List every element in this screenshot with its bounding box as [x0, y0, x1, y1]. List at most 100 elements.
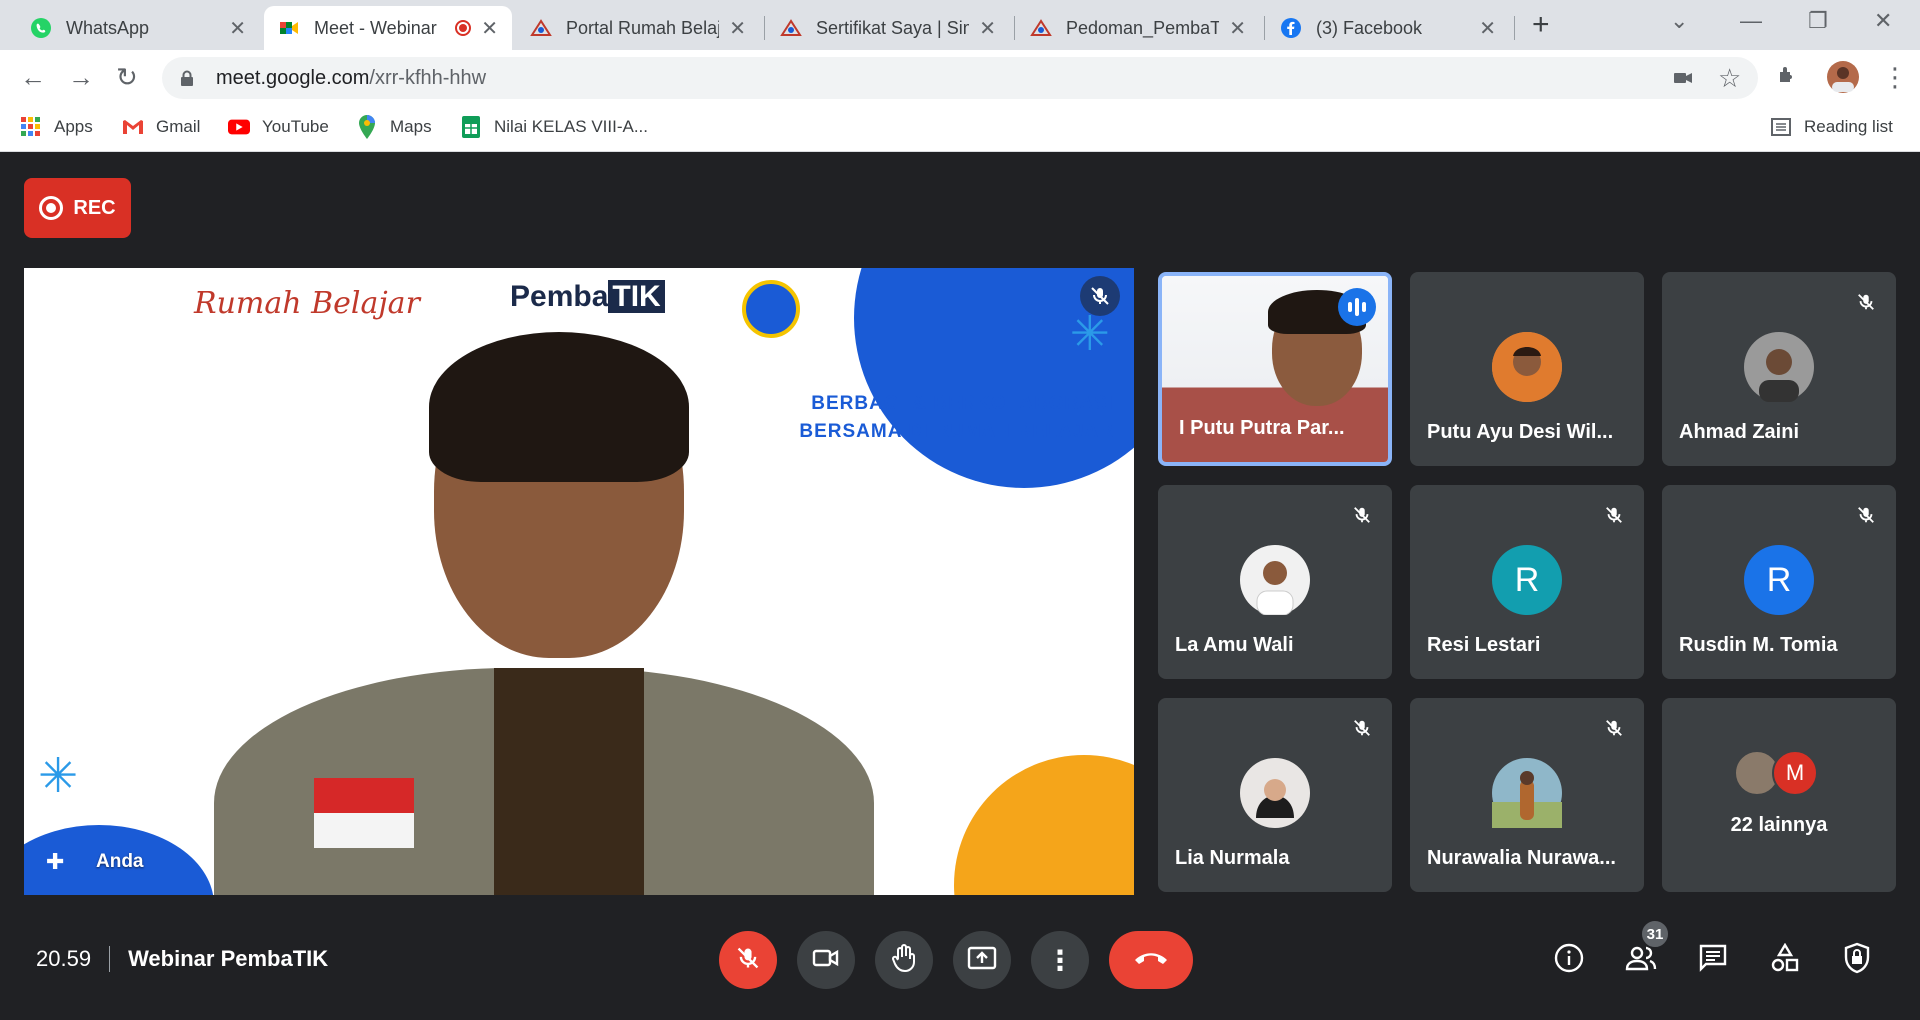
participant-tile[interactable]: La Amu Wali	[1158, 485, 1392, 679]
rumah-belajar-icon	[780, 17, 802, 39]
close-icon[interactable]: ✕	[229, 16, 246, 41]
present-screen-button[interactable]	[953, 931, 1011, 989]
participant-tile[interactable]: Ahmad Zaini	[1662, 272, 1896, 466]
participant-tile[interactable]: Putu Ayu Desi Wil...	[1410, 272, 1644, 466]
reading-list-icon	[1770, 116, 1792, 138]
tab-separator	[1264, 16, 1265, 40]
participant-name: I Putu Putra Par...	[1179, 417, 1345, 439]
recording-indicator[interactable]: REC	[24, 178, 131, 238]
tab-title: Meet - Webinar	[314, 17, 437, 38]
pembatik-logo: Pemba TIK	[510, 280, 665, 314]
kemdikbud-logo	[742, 280, 800, 338]
participant-tile[interactable]: Nurawalia Nurawa...	[1410, 698, 1644, 892]
tab-whatsapp[interactable]: WhatsApp ✕	[16, 6, 260, 50]
url-host: meet.google.com	[216, 66, 370, 89]
participant-name: Rusdin M. Tomia	[1679, 634, 1838, 656]
more-participants-tile[interactable]: M 22 lainnya	[1662, 698, 1896, 892]
bookmark-nilai-kelas[interactable]: Nilai KELAS VIII-A...	[460, 116, 648, 138]
bookmark-label: YouTube	[262, 117, 329, 136]
tab-portal-rumah-belajar[interactable]: Portal Rumah Belajar ✕	[516, 6, 760, 50]
participant-tile[interactable]: R Resi Lestari	[1410, 485, 1644, 679]
tab-pedoman[interactable]: Pedoman_PembaTIK ✕	[1016, 6, 1260, 50]
bookmark-apps[interactable]: Apps	[20, 116, 93, 138]
bookmark-label: Apps	[54, 117, 93, 136]
recording-icon	[39, 196, 64, 220]
new-tab-button[interactable]: +	[1532, 8, 1550, 42]
meeting-title: Webinar PembaTIK	[128, 946, 329, 971]
rumah-belajar-logo: Rumah Belajar	[194, 286, 420, 321]
lock-icon[interactable]	[180, 70, 194, 86]
bookmark-label: Nilai KELAS VIII-A...	[494, 117, 648, 136]
participant-name: Resi Lestari	[1427, 634, 1541, 656]
tab-facebook[interactable]: (3) Facebook ✕	[1266, 6, 1510, 50]
bookmarks-bar: Apps Gmail YouTube Maps Nilai KELAS VIII…	[0, 106, 1920, 152]
mic-off-icon	[735, 945, 761, 976]
mic-off-icon	[1848, 284, 1884, 320]
host-controls-button[interactable]	[1836, 939, 1878, 981]
tab-search-icon[interactable]: ⌄	[1670, 8, 1688, 34]
bookmark-star-icon[interactable]: ☆	[1718, 63, 1741, 94]
extensions-icon[interactable]	[1776, 62, 1800, 93]
profile-avatar[interactable]	[1826, 60, 1860, 101]
bookmark-youtube[interactable]: YouTube	[228, 116, 329, 138]
chat-button[interactable]	[1692, 939, 1734, 981]
present-to-all-icon	[967, 946, 997, 975]
activities-button[interactable]	[1764, 939, 1806, 981]
close-icon[interactable]: ✕	[1229, 16, 1246, 41]
reading-list[interactable]: Reading list	[1770, 116, 1893, 138]
camera-in-use-icon[interactable]	[1672, 67, 1694, 95]
meeting-info-button[interactable]	[1548, 939, 1590, 981]
tab-meet[interactable]: Meet - Webinar ✕	[264, 6, 512, 50]
participant-tile[interactable]: Lia Nurmala	[1158, 698, 1392, 892]
close-icon[interactable]: ✕	[481, 16, 498, 41]
tab-sertifikat[interactable]: Sertifikat Saya | Sim ✕	[766, 6, 1010, 50]
bookmark-maps[interactable]: Maps	[356, 115, 432, 139]
tab-separator	[764, 16, 765, 40]
tab-title: WhatsApp	[66, 17, 150, 38]
close-icon[interactable]: ✕	[729, 16, 746, 41]
background-shape	[954, 755, 1134, 895]
microphone-toggle-button[interactable]	[719, 931, 777, 989]
mic-off-icon	[1080, 276, 1120, 316]
bookmark-gmail[interactable]: Gmail	[122, 116, 200, 138]
close-icon[interactable]: ✕	[979, 16, 996, 41]
back-button[interactable]: ←	[20, 62, 46, 93]
url-path: /xrr-kfhh-hhw	[369, 66, 487, 89]
minimize-button[interactable]: —	[1740, 8, 1762, 34]
participant-name: La Amu Wali	[1175, 634, 1294, 656]
bookmark-label: Maps	[390, 117, 432, 136]
more-options-button[interactable]: ⋮	[1031, 931, 1089, 989]
activities-icon	[1770, 942, 1800, 978]
avatar-initial: M	[1772, 750, 1818, 796]
reload-button[interactable]: ↻	[116, 62, 138, 93]
google-meet-icon	[278, 17, 300, 39]
rumah-belajar-icon	[1030, 17, 1052, 39]
avatar-initial: R	[1492, 545, 1562, 615]
tab-title: Sertifikat Saya | Sim	[816, 17, 970, 38]
avatar-initial: R	[1744, 545, 1814, 615]
reading-list-label: Reading list	[1804, 117, 1893, 136]
camera-toggle-button[interactable]	[797, 931, 855, 989]
restore-button[interactable]: ❐	[1808, 8, 1828, 34]
participant-tile[interactable]: R Rusdin M. Tomia	[1662, 485, 1896, 679]
close-window-button[interactable]: ✕	[1874, 8, 1892, 34]
call-end-icon	[1133, 949, 1169, 972]
participant-tile[interactable]: I Putu Putra Par...	[1158, 272, 1392, 466]
address-bar[interactable]: meet.google.com/xrr-kfhh-hhw ☆	[162, 57, 1758, 99]
forward-button[interactable]: →	[68, 62, 94, 93]
avatar	[1240, 758, 1310, 828]
gmail-icon	[122, 116, 144, 138]
leave-call-button[interactable]	[1109, 931, 1193, 989]
browser-toolbar: ← → ↻ meet.google.com/xrr-kfhh-hhw ☆ ⋮	[0, 50, 1920, 106]
mic-off-icon	[1848, 497, 1884, 533]
whatsapp-icon	[30, 17, 52, 39]
banner-line: BERBAGI & BERKOLABORASI	[811, 393, 1114, 414]
close-icon[interactable]: ✕	[1479, 16, 1496, 41]
pin-icon[interactable]: ✚	[46, 849, 64, 875]
rec-label: REC	[73, 196, 116, 219]
participant-name: Putu Ayu Desi Wil...	[1427, 421, 1614, 443]
raise-hand-button[interactable]	[875, 931, 933, 989]
main-video-tile[interactable]: Rumah Belajar Pemba TIK BERBAGI & BERKOLA…	[24, 268, 1134, 895]
menu-kebab-icon[interactable]: ⋮	[1882, 62, 1908, 93]
banner-line: BERSAMA DI RUMAH BELAJAR	[799, 421, 1114, 442]
